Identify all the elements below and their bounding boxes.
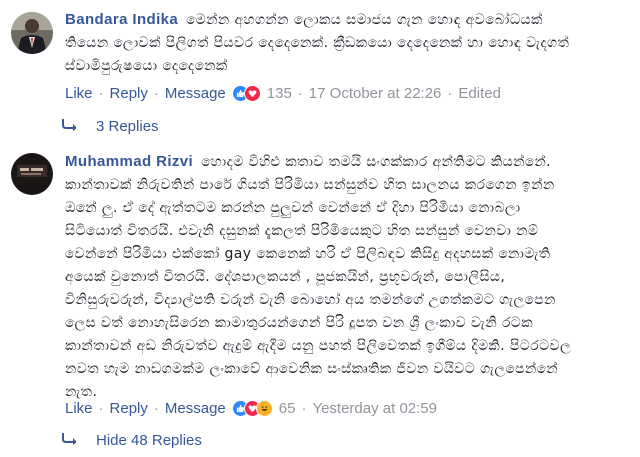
comment-line: කාන්තාවන් අඩ නිරුවත්ව ඇදුම් ඇදීම යනු පහත… xyxy=(65,338,572,354)
comment-line: වෙන්නේ පිරිමියා එක්කෝ gay කෙනෙක් හරි ඒ ප… xyxy=(65,246,551,262)
avatar[interactable] xyxy=(11,12,53,54)
love-icon xyxy=(243,84,261,102)
separator: · xyxy=(297,84,303,102)
separator: · xyxy=(153,84,159,102)
separator: · xyxy=(98,399,104,417)
replies-label[interactable]: Hide 48 Replies xyxy=(96,432,202,449)
reply-arrow-icon xyxy=(62,432,82,449)
comment-line: සිටියොත් විතරයි. එවැනි දසුනක් දැකලත් පිර… xyxy=(65,223,539,239)
reply-arrow-icon xyxy=(62,118,82,135)
message-link[interactable]: Message xyxy=(165,85,226,102)
separator: · xyxy=(301,399,307,417)
comment-text: Bandara Indika මෙන්න අහගන්න ලොකය සමාජය ගැ… xyxy=(65,8,628,78)
like-link[interactable]: Like xyxy=(65,400,93,417)
comment-actions: Like · Reply · Message 65 · Yesterday at… xyxy=(65,397,437,419)
timestamp[interactable]: 17 October at 22:26 xyxy=(309,85,442,102)
timestamp[interactable]: Yesterday at 02:59 xyxy=(312,400,437,417)
avatar[interactable] xyxy=(11,153,53,195)
comment-actions: Like · Reply · Message 135 · 17 October … xyxy=(65,82,501,104)
comment-line: ඔනේ ලු. ඒ දේ ඇත්තටම කරන්න පුලුවන් වෙන්නේ… xyxy=(65,200,521,216)
comment-line: කාන්තාවක් නිරුවතින් පාරේ ගියත් පිරිමියා … xyxy=(65,177,555,193)
comment-line: ස්වාමිපුරුෂයො දෙදෙනෙක් xyxy=(65,58,228,74)
hide-replies-link[interactable]: Hide 48 Replies xyxy=(62,429,202,451)
reactions[interactable] xyxy=(231,399,273,417)
reply-link[interactable]: Reply xyxy=(110,400,148,417)
view-replies-link[interactable]: 3 Replies xyxy=(62,115,159,137)
reply-link[interactable]: Reply xyxy=(110,85,148,102)
edited-label[interactable]: Edited xyxy=(458,85,501,102)
like-link[interactable]: Like xyxy=(65,85,93,102)
reaction-count[interactable]: 65 xyxy=(279,400,296,417)
comment-line: විනිසුරුවරුන්, විද්‍යාල්පති වරුන් වැනි බ… xyxy=(65,292,556,308)
comment-line: නවත හැම නාඩගමක්ම ලංකාවේ ආවෙනික සංස්කෘතික… xyxy=(65,361,558,377)
author-name[interactable]: Bandara Indika xyxy=(65,11,178,28)
comment-line: ලෙස වත් නොහැසිරෙන කාමාතුරයන්ගෙන් පිරි දූ… xyxy=(65,315,534,331)
separator: · xyxy=(98,84,104,102)
author-name[interactable]: Muhammad Rizvi xyxy=(65,153,193,170)
comment-line: මෙන්න අහගන්න ලොකය සමාජය ගැන හොඳ අවබෝධයක් xyxy=(186,12,543,28)
replies-label[interactable]: 3 Replies xyxy=(96,118,159,135)
comment-text: Muhammad Rizvi හොදම විහිළු කතාව තමයි සංගක… xyxy=(65,150,628,404)
comment-line: අයෙක් වුනොත් විතරයි. දේශපාලකයන් , පූජකයි… xyxy=(65,269,506,285)
comment-line: හොදම විහිළු කතාව තමයි සංගක්කාර අන්තිමට ක… xyxy=(201,154,552,170)
reactions[interactable] xyxy=(231,84,261,102)
message-link[interactable]: Message xyxy=(165,400,226,417)
reaction-count[interactable]: 135 xyxy=(267,85,292,102)
separator: · xyxy=(447,84,453,102)
comment-line: තියෙන ලොවක් පිලිගත් පියවර දෙදෙනෙක්. ක්‍ර… xyxy=(65,35,570,51)
haha-icon xyxy=(255,399,273,417)
separator: · xyxy=(153,399,159,417)
